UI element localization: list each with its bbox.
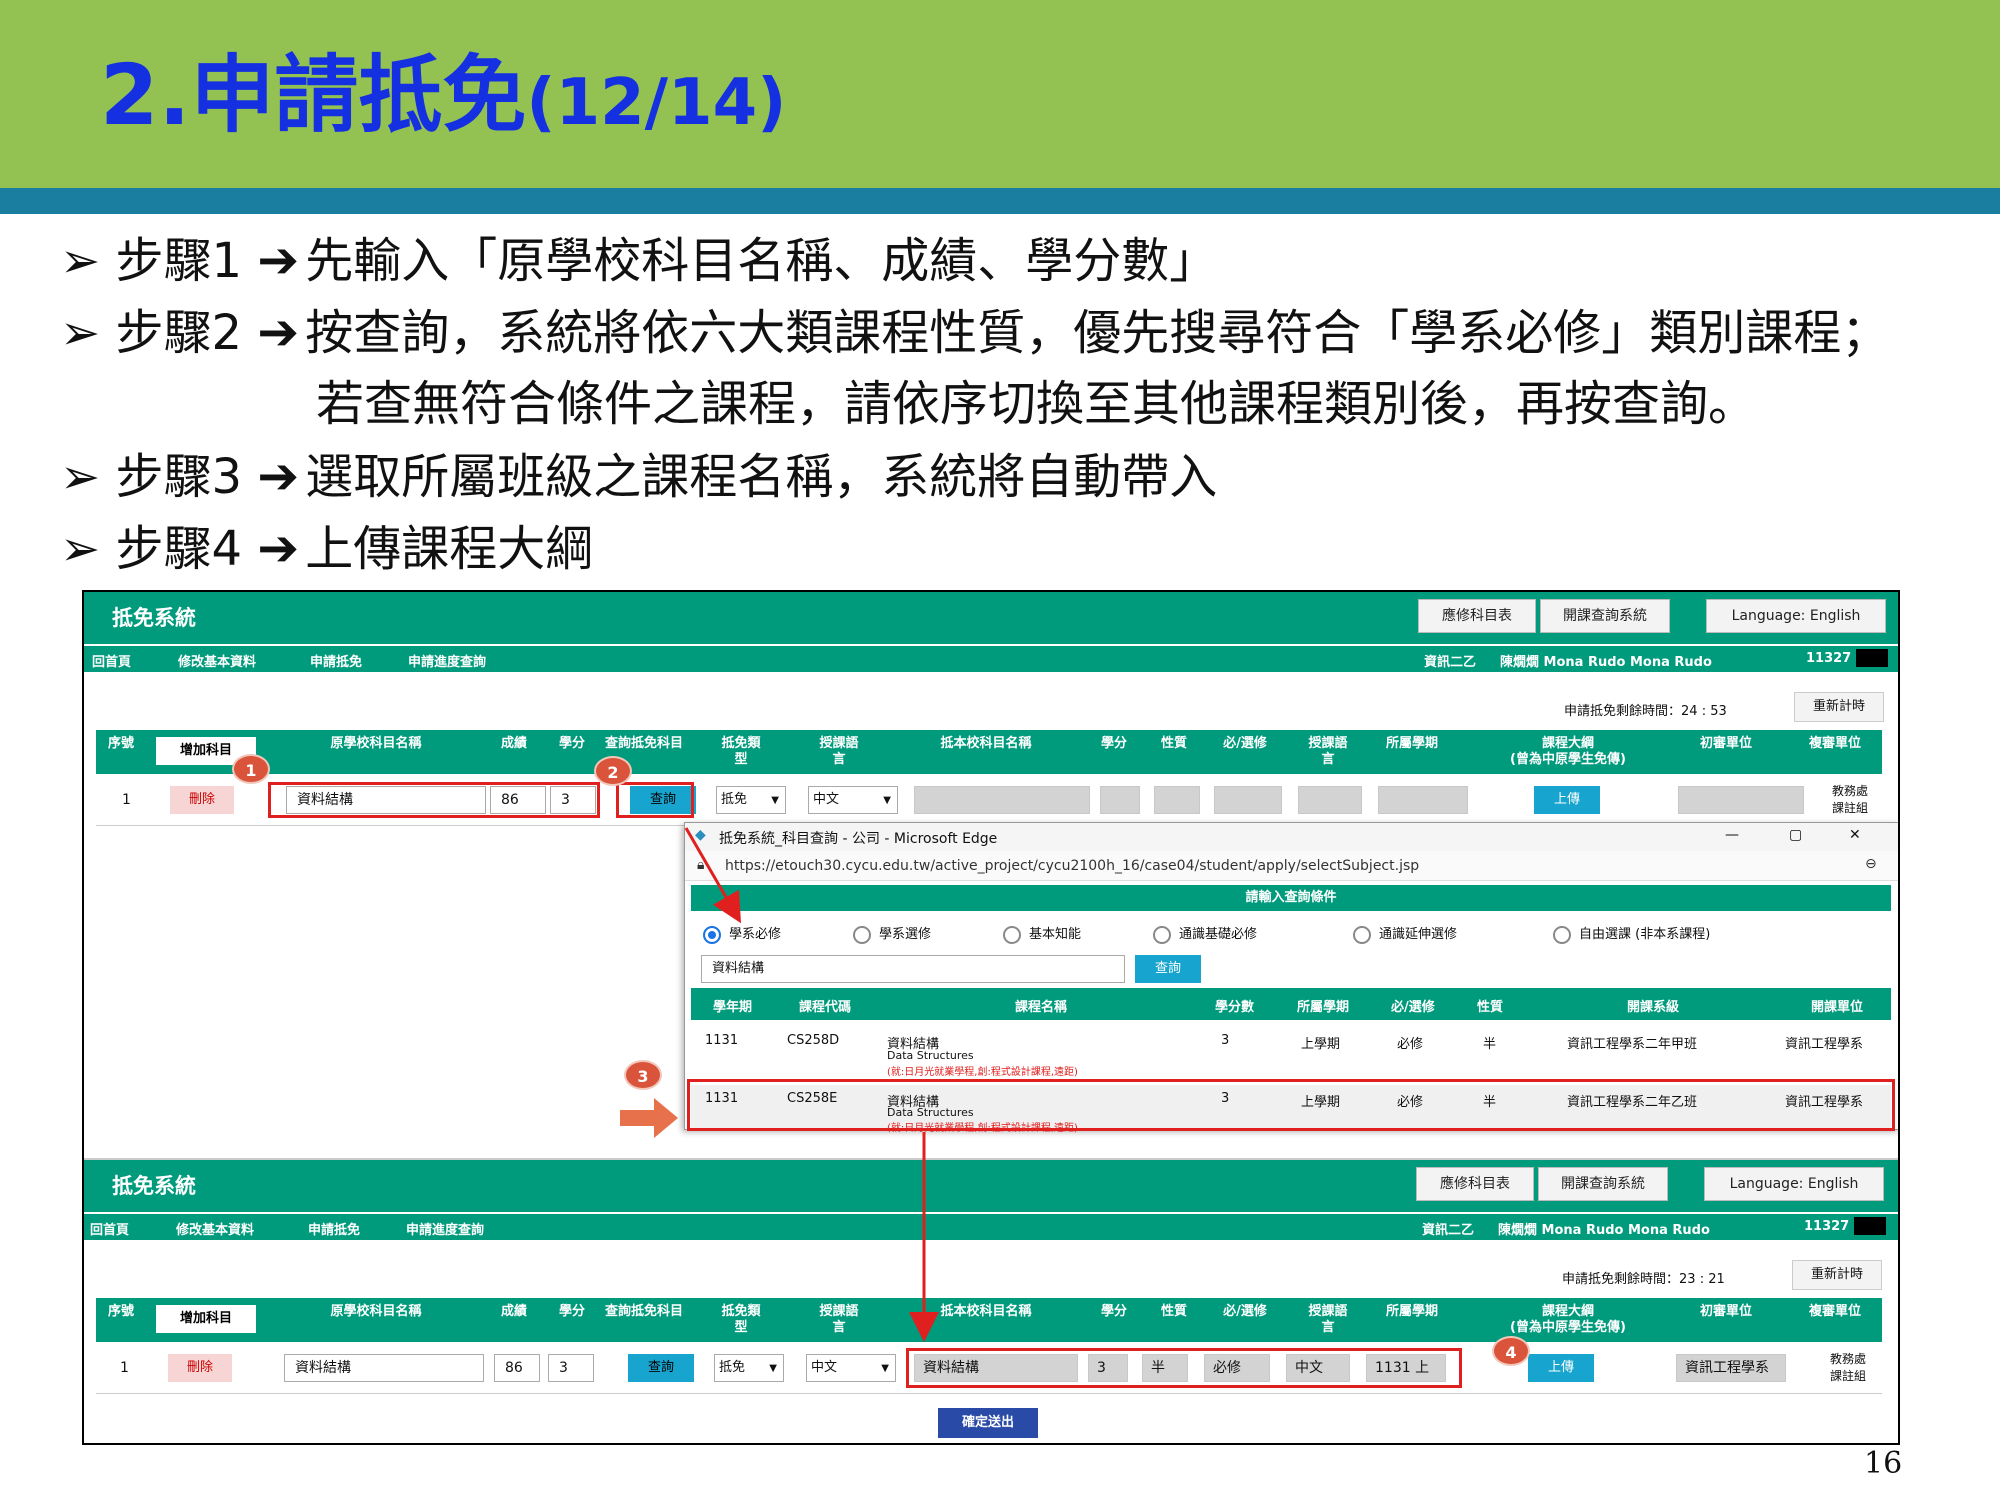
arrow-step2-to-radio	[684, 827, 742, 924]
step-3: ➢ 步驟3 ➔ 選取所屬班級之課程名稱，系統將自動帶入	[60, 447, 1218, 505]
header-stripe	[0, 188, 2000, 214]
annotation-arrows	[620, 827, 939, 1342]
step-2: ➢ 步驟2 ➔ 按查詢，系統將依六大類課程性質，優先搜尋符合「學系必修」類別課程；	[60, 303, 1890, 361]
slide-title: 2.申請抵免(12/14)	[100, 46, 787, 144]
screenshot-frame: 抵免系統 應修科目表 開課查詢系統 Language: English 回首頁 …	[82, 590, 1900, 1445]
step-1: ➢ 步驟1 ➔ 先輸入「原學校科目名稱、成績、學分數」	[60, 231, 1218, 289]
step-4: ➢ 步驟4 ➔ 上傳課程大綱	[60, 519, 594, 577]
arrow-step3	[620, 1098, 678, 1138]
page-number: 16	[1864, 1446, 1903, 1481]
step-2-continued: 若查無符合條件之課程，請依序切換至其他課程類別後，再按查詢。	[316, 376, 1757, 432]
